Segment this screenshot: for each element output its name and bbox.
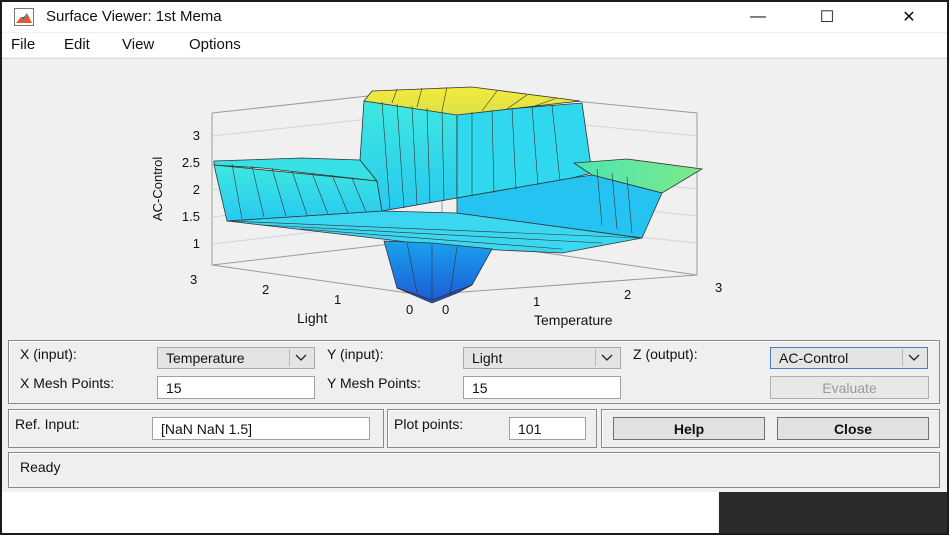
background-dark-area <box>719 492 947 533</box>
evaluate-button[interactable]: Evaluate <box>770 376 929 399</box>
light-axis-label: Light <box>297 310 327 326</box>
y-input-value: Light <box>472 350 503 366</box>
x-mesh-points-value: 15 <box>166 380 182 396</box>
matlab-membrane-icon <box>14 8 34 26</box>
window-title: Surface Viewer: 1st Mema <box>46 8 222 25</box>
light-tick: 2 <box>262 282 269 297</box>
menu-edit[interactable]: Edit <box>64 36 90 53</box>
temperature-tick: 0 <box>442 302 449 317</box>
z-axis-label: AC-Control <box>150 157 165 221</box>
temperature-axis-label: Temperature <box>534 312 613 328</box>
maximize-button[interactable]: ☐ <box>804 2 850 32</box>
z-tick: 2.5 <box>182 155 200 170</box>
minimize-icon: — <box>750 8 766 25</box>
chevron-down-icon <box>289 349 312 366</box>
surface-viewer-window: Surface Viewer: 1st Mema ☐ — ✕ File Edit… <box>0 0 949 535</box>
x-input-label: X (input): <box>20 346 77 362</box>
chevron-down-icon <box>902 349 925 366</box>
chevron-down-icon <box>595 349 618 366</box>
temperature-tick: 2 <box>624 287 631 302</box>
x-mesh-points-input[interactable]: 15 <box>157 376 315 399</box>
z-axis-ticks: 1 1.5 2 2.5 3 <box>182 128 200 251</box>
ref-input-field[interactable]: [NaN NaN 1.5] <box>152 417 370 440</box>
ref-input-panel: Ref. Input: [NaN NaN 1.5] <box>8 409 384 448</box>
x-input-select[interactable]: Temperature <box>157 347 315 369</box>
evaluate-button-label: Evaluate <box>822 379 877 396</box>
z-tick: 3 <box>193 128 200 143</box>
menu-bar: File Edit View Options <box>2 33 947 57</box>
menu-file[interactable]: File <box>11 36 35 53</box>
x-mesh-points-label: X Mesh Points: <box>20 375 115 391</box>
temperature-tick: 3 <box>715 280 722 295</box>
z-output-value: AC-Control <box>779 350 849 366</box>
y-input-label: Y (input): <box>327 346 384 362</box>
z-output-label: Z (output): <box>633 346 698 362</box>
close-icon: ✕ <box>902 9 916 26</box>
light-tick: 3 <box>190 272 197 287</box>
y-mesh-points-label: Y Mesh Points: <box>327 375 421 391</box>
ref-input-label: Ref. Input: <box>15 416 80 432</box>
surface-plot[interactable]: 1 1.5 2 2.5 3 AC-Control 0 1 2 3 Light 0… <box>2 59 947 337</box>
menu-options[interactable]: Options <box>189 36 241 53</box>
close-button[interactable]: Close <box>777 417 929 440</box>
x-input-value: Temperature <box>166 350 245 366</box>
title-bar: Surface Viewer: 1st Mema ☐ — ✕ <box>2 2 947 32</box>
light-tick: 0 <box>406 302 413 317</box>
y-mesh-points-input[interactable]: 15 <box>463 376 621 399</box>
action-buttons-panel: Help Close <box>601 409 940 448</box>
y-input-select[interactable]: Light <box>463 347 621 369</box>
z-tick: 1.5 <box>182 209 200 224</box>
plot-points-panel: Plot points: 101 <box>387 409 597 448</box>
surface-plot-area[interactable]: 1 1.5 2 2.5 3 AC-Control 0 1 2 3 Light 0… <box>2 58 947 337</box>
ref-input-value: [NaN NaN 1.5] <box>161 421 253 437</box>
help-button[interactable]: Help <box>613 417 765 440</box>
light-tick: 1 <box>334 292 341 307</box>
close-button-label: Close <box>833 420 873 437</box>
maximize-icon: ☐ <box>819 9 835 26</box>
z-output-select[interactable]: AC-Control <box>770 347 928 369</box>
z-tick: 2 <box>193 182 200 197</box>
plot-points-value: 101 <box>518 421 542 437</box>
plot-points-input[interactable]: 101 <box>509 417 586 440</box>
y-mesh-points-value: 15 <box>472 380 488 396</box>
status-text: Ready <box>20 459 61 475</box>
status-bar: Ready <box>8 452 940 488</box>
minimize-button[interactable]: — <box>735 2 781 32</box>
input-output-panel: X (input): Temperature Y (input): Light … <box>8 340 940 404</box>
z-tick: 1 <box>193 236 200 251</box>
background-area <box>2 492 718 533</box>
help-button-label: Help <box>673 420 705 437</box>
menu-view[interactable]: View <box>122 36 154 53</box>
close-window-button[interactable]: ✕ <box>886 2 932 32</box>
plot-points-label: Plot points: <box>394 416 464 432</box>
temperature-tick: 1 <box>533 294 540 309</box>
